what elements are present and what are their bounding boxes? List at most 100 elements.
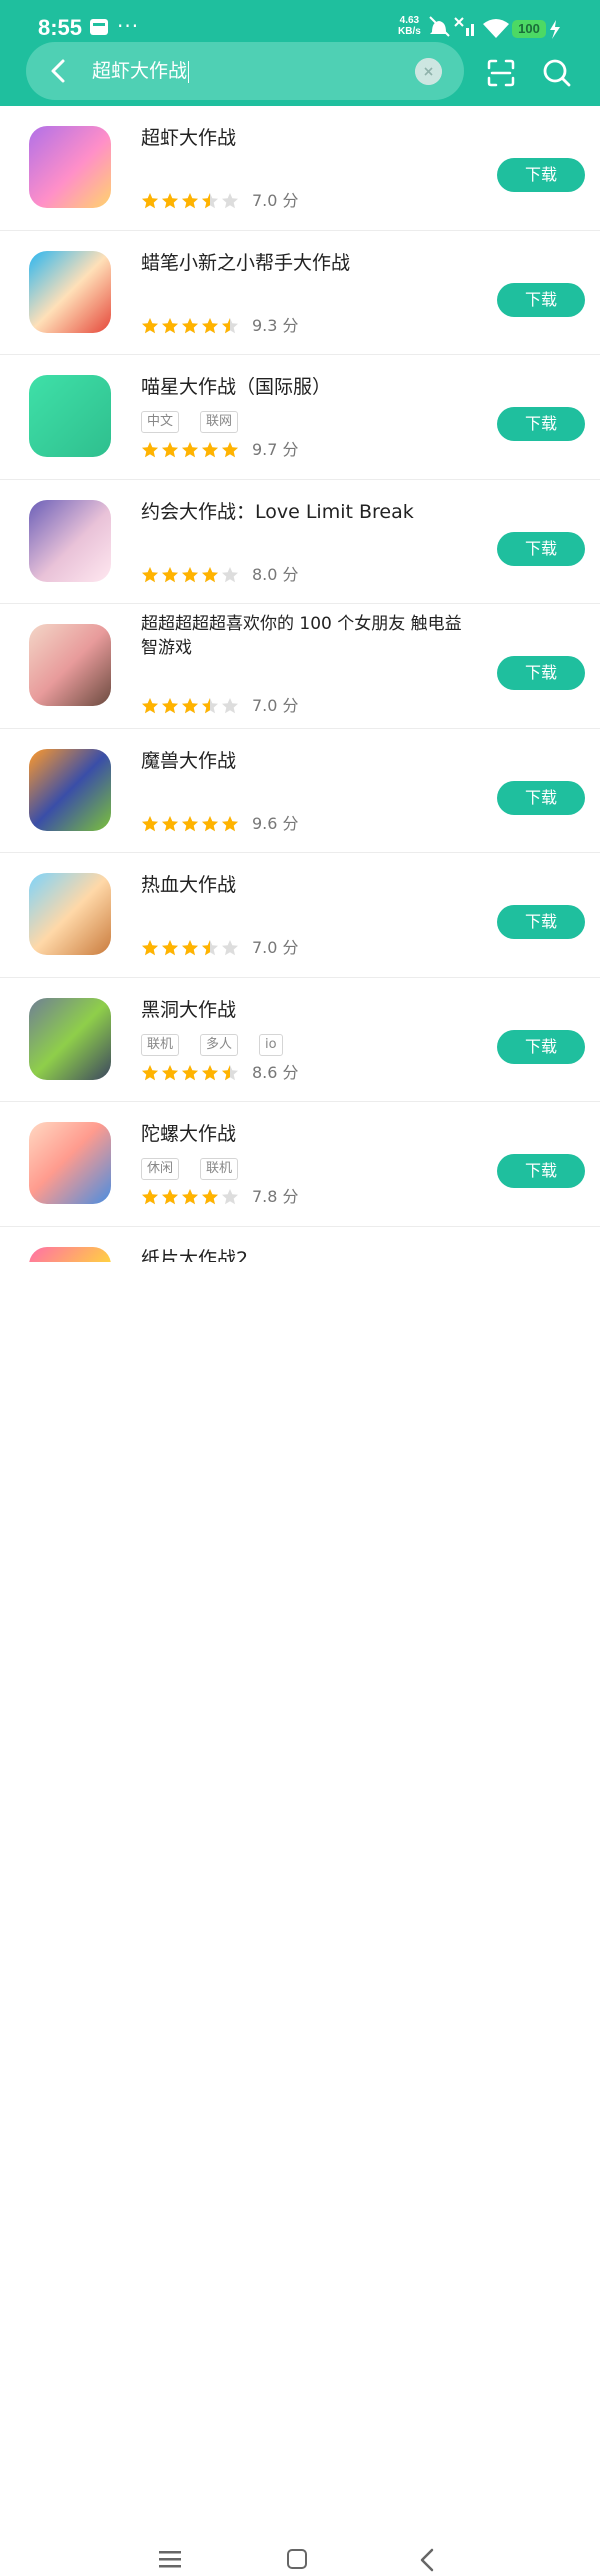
app-name[interactable]: 魔兽大作战 (141, 747, 476, 775)
rating-stars (141, 939, 241, 957)
search-input[interactable]: 超虾大作战 (92, 57, 392, 85)
app-icon[interactable] (29, 873, 111, 955)
app-name[interactable]: 超超超超超喜欢你的 100 个女朋友 触电益智游戏 (141, 612, 476, 660)
app-tag: 联网 (200, 411, 239, 433)
app-name[interactable]: 热血大作战 (141, 871, 476, 899)
app-list-item[interactable]: 陀螺大作战 休闲 联机 7.8 分 下载 (0, 1102, 600, 1227)
app-tag: io (259, 1033, 283, 1056)
download-button[interactable]: 下载 (497, 656, 585, 690)
app-list-item[interactable]: 热血大作战 7.0 分 下载 (0, 853, 600, 978)
app-name[interactable]: 蜡笔小新之小帮手大作战 (141, 249, 476, 277)
rating-stars (141, 441, 241, 459)
network-speed-value: 4.63 (399, 15, 420, 26)
star-icon (142, 1189, 158, 1205)
app-name[interactable]: 喵星大作战（国际服） (141, 373, 476, 401)
status-bar: 8:55 ··· 4.63 KB/s 100 (0, 0, 600, 44)
star-icon (162, 193, 178, 209)
charging-icon (550, 20, 560, 39)
app-name[interactable]: 约会大作战：Love Limit Break (141, 498, 476, 526)
star-icon (142, 193, 158, 209)
star-icon (142, 940, 158, 956)
app-name[interactable]: 黑洞大作战 (141, 996, 476, 1024)
app-icon[interactable] (29, 1122, 111, 1204)
app-icon[interactable] (29, 748, 111, 831)
star-icon (202, 940, 218, 956)
app-icon[interactable] (29, 375, 111, 457)
rating-stars (141, 317, 241, 335)
app-list-item[interactable]: 约会大作战：Love Limit Break 8.0 分 下载 (0, 480, 600, 604)
star-icon (182, 566, 198, 582)
search-icon[interactable] (542, 58, 572, 88)
back-arrow-icon[interactable] (44, 55, 74, 87)
no-sim-icon (454, 17, 474, 36)
star-icon (162, 317, 178, 333)
download-button[interactable]: 下载 (497, 531, 585, 566)
star-icon (202, 193, 218, 209)
star-icon (222, 442, 238, 458)
star-icon (142, 317, 158, 333)
star-icon (142, 442, 158, 458)
star-icon (222, 698, 238, 714)
clear-icon[interactable] (415, 58, 442, 85)
download-button[interactable]: 下载 (497, 905, 585, 939)
star-icon (202, 317, 218, 333)
download-button[interactable]: 下载 (497, 1029, 585, 1064)
star-icon (202, 1189, 218, 1205)
rating-stars (141, 1188, 241, 1206)
menu-icon[interactable] (159, 2549, 181, 2569)
star-icon (162, 566, 178, 582)
star-icon (182, 193, 198, 209)
rating-stars (141, 697, 241, 715)
app-icon[interactable] (29, 499, 111, 582)
download-button[interactable]: 下载 (497, 407, 585, 441)
app-name[interactable]: 陀螺大作战 (141, 1120, 476, 1148)
home-icon[interactable] (287, 2549, 307, 2569)
star-icon (202, 698, 218, 714)
download-button[interactable]: 下载 (497, 780, 585, 815)
star-icon (182, 317, 198, 333)
app-tag: 联机 (200, 1158, 239, 1180)
app-score: 9.3 分 (252, 315, 299, 335)
star-icon (202, 566, 218, 582)
more-notifications-icon: ··· (117, 14, 140, 38)
app-list-item[interactable]: 蜡笔小新之小帮手大作战 9.3 分 下载 (0, 231, 600, 355)
star-icon (162, 698, 178, 714)
star-icon (162, 442, 178, 458)
app-score: 8.0 分 (252, 564, 299, 584)
app-list-item[interactable]: 喵星大作战（国际服） 中文 联网 9.7 分 下载 (0, 355, 600, 480)
star-icon (222, 940, 238, 956)
star-icon (182, 1189, 198, 1205)
rating-stars (141, 815, 241, 833)
app-icon[interactable] (29, 250, 111, 333)
rating-stars (141, 1064, 241, 1082)
star-icon (182, 1064, 198, 1080)
scan-icon[interactable] (486, 58, 516, 88)
app-list-item[interactable]: 魔兽大作战 9.6 分 下载 (0, 729, 600, 853)
star-icon (162, 1064, 178, 1080)
star-icon (222, 1189, 238, 1205)
app-name[interactable]: 超虾大作战 (141, 124, 476, 152)
download-button[interactable]: 下载 (497, 158, 585, 192)
star-icon (142, 1064, 158, 1080)
star-icon (202, 1064, 218, 1080)
network-speed-unit: KB/s (398, 26, 421, 37)
app-list-item[interactable]: 超超超超超喜欢你的 100 个女朋友 触电益智游戏 7.0 分 下载 (0, 604, 600, 729)
app-list-item[interactable]: 黑洞大作战 联机 多人 io 8.6 分 下载 (0, 978, 600, 1102)
star-icon (222, 1064, 238, 1080)
app-score: 8.6 分 (252, 1062, 299, 1082)
star-icon (182, 698, 198, 714)
download-button[interactable]: 下载 (497, 1154, 585, 1188)
app-score: 7.0 分 (252, 191, 299, 210)
app-list-item[interactable]: 超虾大作战 7.0 分 下载 (0, 106, 600, 231)
star-icon (202, 815, 218, 831)
back-icon[interactable] (418, 2547, 436, 2573)
app-icon[interactable] (29, 126, 111, 208)
rating-stars (141, 566, 241, 584)
app-icon[interactable] (29, 624, 111, 706)
system-navigation-bar (0, 1262, 600, 2572)
app-icon[interactable] (29, 997, 111, 1080)
download-button[interactable]: 下载 (497, 282, 585, 317)
star-icon (142, 698, 158, 714)
app-score: 7.8 分 (252, 1187, 299, 1206)
battery-indicator: 100 (512, 20, 546, 38)
